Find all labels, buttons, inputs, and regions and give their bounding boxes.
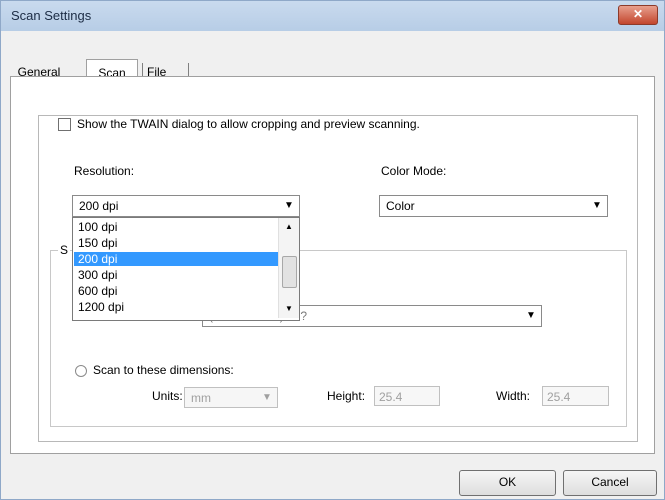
height-value: 25.4 [379, 390, 403, 404]
chevron-down-icon[interactable]: ▼ [589, 198, 605, 214]
scrollbar-thumb[interactable] [282, 256, 297, 288]
dimensions-radio[interactable] [75, 364, 87, 377]
window-title: Scan Settings [11, 8, 92, 23]
twain-checkbox[interactable] [58, 118, 71, 132]
width-label: Width: [496, 389, 531, 403]
color-mode-value: Color [386, 199, 415, 213]
chevron-down-icon[interactable]: ▼ [259, 390, 275, 406]
cancel-button[interactable]: Cancel [563, 470, 657, 496]
resolution-dropdown-list[interactable]: 100 dpi 150 dpi 200 dpi 300 dpi 600 dpi … [72, 217, 300, 321]
resolution-option[interactable]: 100 dpi [74, 220, 280, 234]
resolution-select[interactable]: 200 dpi ▼ [72, 195, 300, 217]
height-label: Height: [327, 389, 366, 403]
units-select[interactable]: mm ▼ [184, 387, 278, 408]
units-value: mm [191, 391, 211, 405]
width-value: 25.4 [547, 390, 571, 404]
resolution-option[interactable]: 1200 dpi [74, 300, 280, 314]
close-button[interactable]: ✕ [618, 5, 658, 25]
twain-checkbox-label: Show the TWAIN dialog to allow cropping … [77, 117, 420, 131]
dimensions-radio-label: Scan to these dimensions: [93, 363, 234, 377]
resolution-label: Resolution: [74, 164, 135, 178]
chevron-down-icon[interactable]: ▼ [523, 308, 539, 324]
scroll-down-icon[interactable]: ▼ [281, 302, 297, 316]
ok-button[interactable]: OK [459, 470, 556, 496]
scan-size-group-title: S [58, 243, 71, 257]
resolution-option[interactable]: 600 dpi [74, 284, 280, 298]
title-bar: Scan Settings ✕ [1, 1, 664, 31]
dropdown-scrollbar[interactable]: ▲ ▼ [278, 218, 299, 318]
height-field[interactable]: 25.4 [374, 386, 440, 406]
resolution-option[interactable]: 300 dpi [74, 268, 280, 282]
resolution-option-selected[interactable]: 200 dpi [74, 252, 280, 266]
color-mode-label: Color Mode: [381, 164, 447, 178]
color-mode-select[interactable]: Color ▼ [379, 195, 608, 217]
twain-option-row[interactable]: Show the TWAIN dialog to allow cropping … [54, 117, 424, 132]
resolution-value: 200 dpi [79, 199, 119, 213]
units-label: Units: [152, 389, 183, 403]
chevron-down-icon[interactable]: ▼ [281, 198, 297, 214]
dimensions-option-row[interactable]: Scan to these dimensions: [75, 363, 234, 377]
scroll-up-icon[interactable]: ▲ [281, 220, 297, 234]
width-field[interactable]: 25.4 [542, 386, 609, 406]
resolution-option[interactable]: 150 dpi [74, 236, 280, 250]
